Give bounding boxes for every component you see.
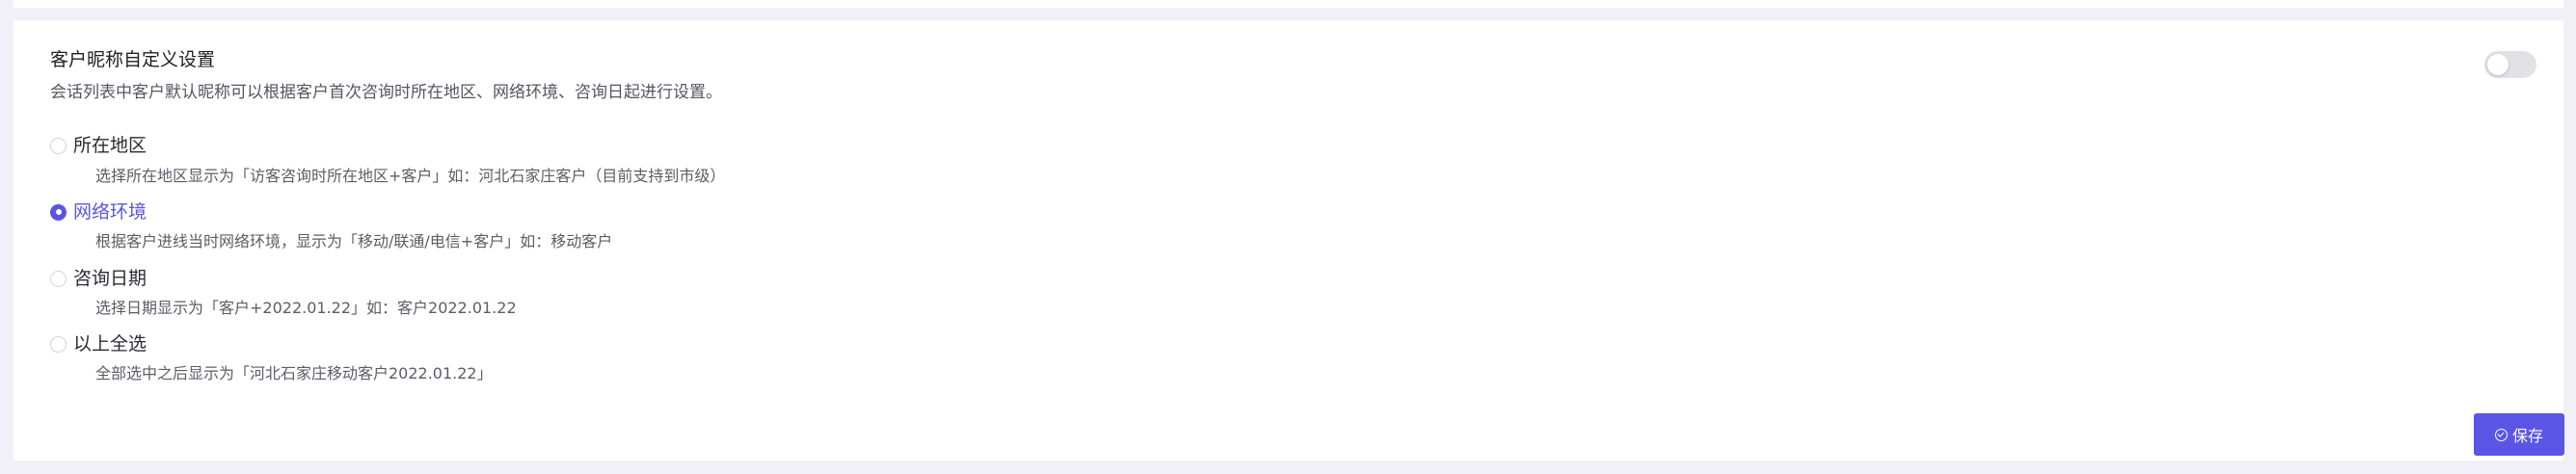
- nickname-settings-toggle[interactable]: [2484, 51, 2536, 78]
- section-title: 客户昵称自定义设置: [50, 49, 216, 70]
- option-network-description: 根据客户进线当时网络环境，显示为「移动/联通/电信+客户」如：移动客户: [95, 232, 613, 250]
- option-network-label: 网络环境: [73, 201, 148, 223]
- option-select-all-description: 全部选中之后显示为「河北石家庄移动客户2022.01.22」: [95, 364, 493, 382]
- radio-network[interactable]: [50, 203, 67, 221]
- option-network[interactable]: 网络环境: [50, 200, 147, 224]
- save-button-label: 保存: [2511, 427, 2543, 445]
- previous-card-edge: [13, 0, 2563, 8]
- option-region-description: 选择所在地区显示为「访客咨询时所在地区+客户」如：河北石家庄客户（目前支持到市级…: [95, 167, 726, 185]
- option-region[interactable]: 所在地区: [50, 134, 147, 157]
- option-date-label: 咨询日期: [73, 268, 148, 289]
- check-circle-icon: [2494, 428, 2508, 441]
- option-region-label: 所在地区: [73, 135, 148, 156]
- option-date-description: 选择日期显示为「客户+2022.01.22」如：客户2022.01.22: [95, 299, 517, 317]
- nickname-settings-card: 客户昵称自定义设置 会话列表中客户默认昵称可以根据客户首次咨询时所在地区、网络环…: [13, 20, 2564, 461]
- radio-date[interactable]: [50, 270, 67, 287]
- option-select-all-label: 以上全选: [73, 333, 148, 355]
- save-button[interactable]: 保存: [2474, 413, 2564, 456]
- section-description: 会话列表中客户默认昵称可以根据客户首次咨询时所在地区、网络环境、咨询日起进行设置…: [50, 83, 722, 102]
- toggle-knob: [2487, 54, 2509, 75]
- radio-region[interactable]: [50, 137, 67, 154]
- option-select-all[interactable]: 以上全选: [50, 332, 147, 356]
- option-date[interactable]: 咨询日期: [50, 267, 147, 290]
- radio-select-all[interactable]: [50, 335, 67, 353]
